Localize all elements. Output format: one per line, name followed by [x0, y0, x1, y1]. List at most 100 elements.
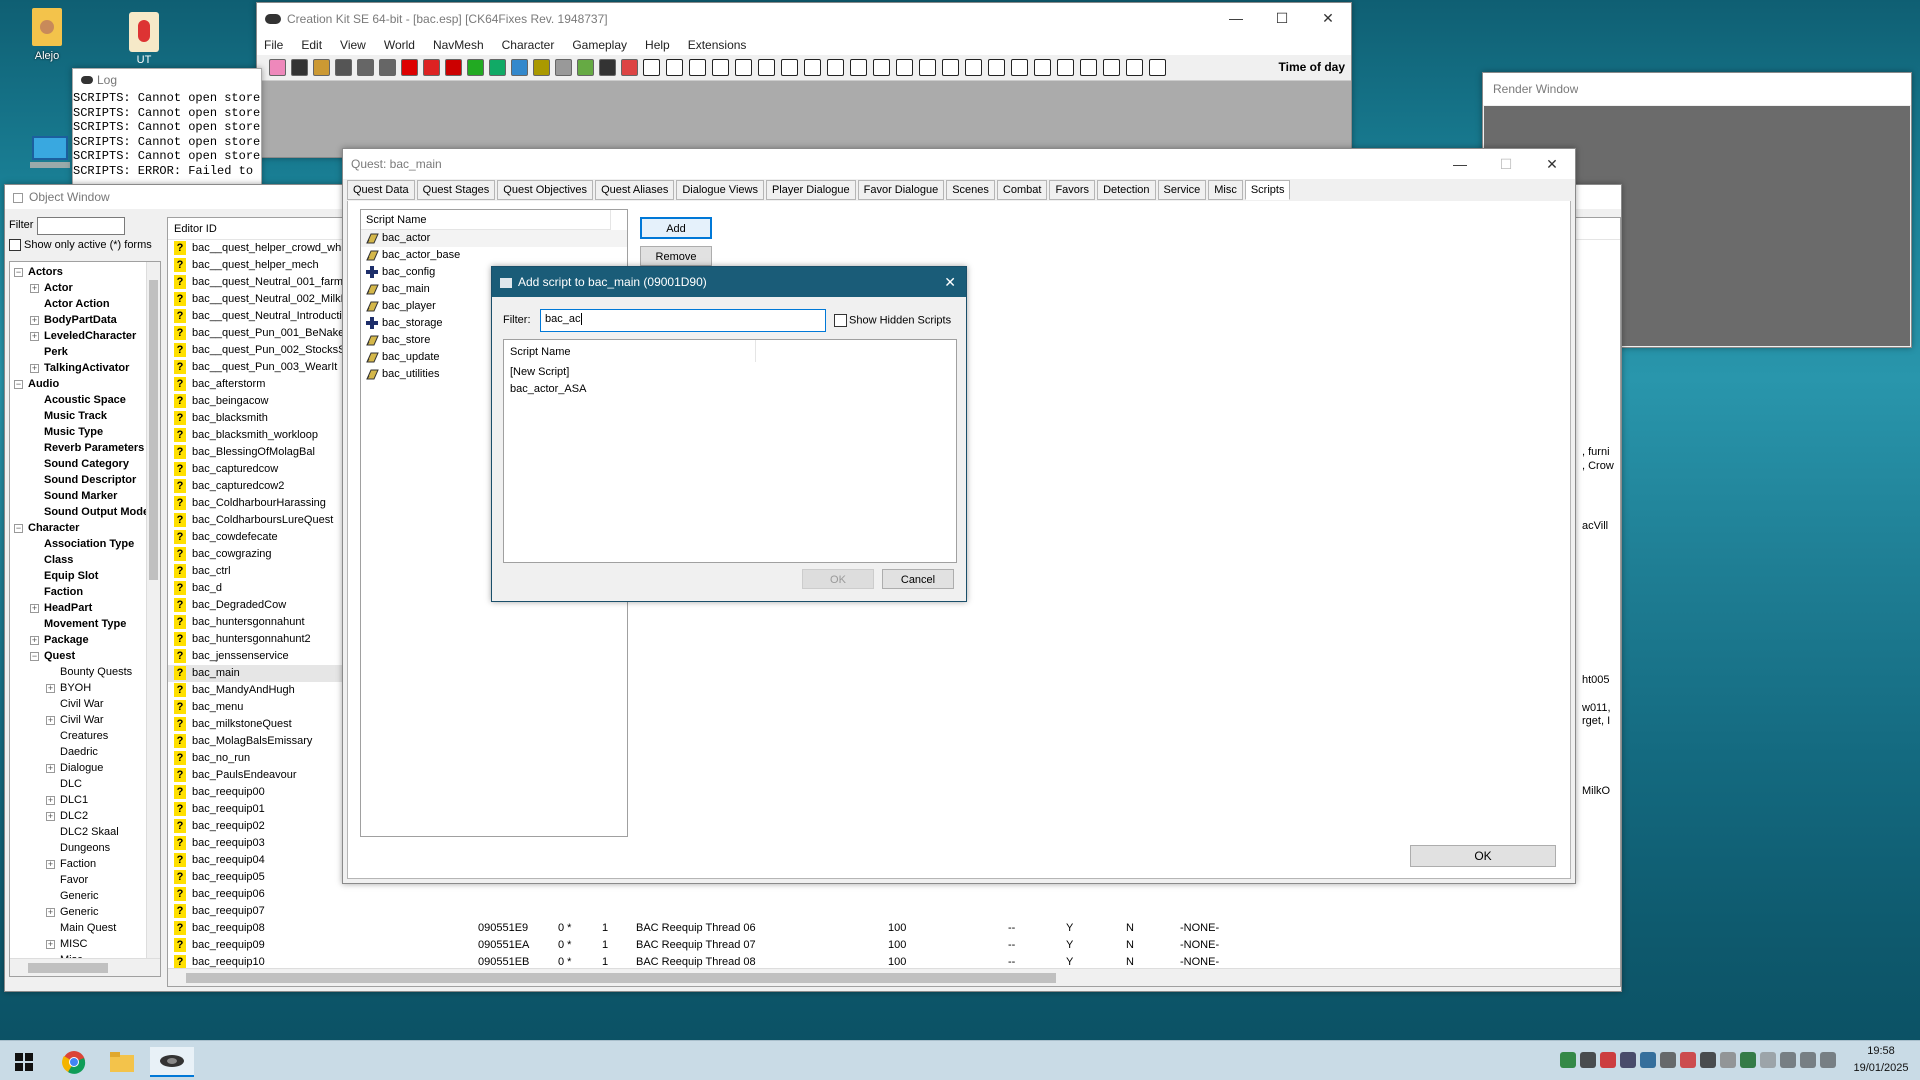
tree-node[interactable]: + DLC2: [10, 808, 160, 824]
tab-scenes[interactable]: Scenes: [946, 180, 995, 200]
render-titlebar[interactable]: Render Window: [1483, 73, 1911, 105]
tree-node[interactable]: Sound Descriptor: [10, 472, 160, 488]
tree-node[interactable]: + Faction: [10, 856, 160, 872]
form-row[interactable]: ? bac__quest_Neutral_001_farmHe: [168, 274, 348, 291]
menu-item-view[interactable]: View: [340, 35, 366, 55]
dialog-close-button[interactable]: ✕: [944, 267, 956, 297]
form-row[interactable]: ? bac_blacksmith: [168, 410, 348, 427]
form-row[interactable]: ? bac_menu: [168, 699, 348, 716]
tab-quest-stages[interactable]: Quest Stages: [416, 180, 496, 200]
tree-node[interactable]: Faction: [10, 584, 160, 600]
form-row[interactable]: ? bac_reequip04: [168, 852, 348, 869]
toolbar-tool-icon[interactable]: [712, 59, 729, 76]
tab-service[interactable]: Service: [1157, 180, 1207, 200]
menu-item-help[interactable]: Help: [645, 35, 670, 55]
toolbar-tool-icon[interactable]: [555, 59, 572, 76]
action-center-icon[interactable]: [1820, 1052, 1836, 1068]
toolbar-tool-icon[interactable]: [599, 59, 616, 76]
toolbar-tool-icon[interactable]: [873, 59, 890, 76]
pen-tray-icon[interactable]: [1720, 1052, 1736, 1068]
form-row[interactable]: ? bac_jenssenservice: [168, 648, 348, 665]
form-row[interactable]: ? bac_MolagBalsEmissary: [168, 733, 348, 750]
form-row[interactable]: ? bac_beingacow: [168, 393, 348, 410]
tree-node[interactable]: + Civil War: [10, 712, 160, 728]
tree-node[interactable]: Civil War: [10, 696, 160, 712]
menu-item-character[interactable]: Character: [502, 35, 555, 55]
available-script-row[interactable]: [New Script]: [504, 364, 956, 381]
toolbar-tool-icon[interactable]: [621, 59, 638, 76]
tree-scrollbar[interactable]: [146, 262, 160, 958]
collapse-icon[interactable]: −: [14, 267, 23, 277]
toolbar-tool-icon[interactable]: [1126, 59, 1143, 76]
tree-node[interactable]: Perk: [10, 344, 160, 360]
form-row[interactable]: ? bac_DegradedCow: [168, 597, 348, 614]
file-explorer-icon[interactable]: [100, 1047, 144, 1077]
toolbar-tool-icon[interactable]: [643, 59, 660, 76]
toolbar-tool-icon[interactable]: [489, 59, 506, 76]
tree-node[interactable]: + Dialogue: [10, 760, 160, 776]
form-row[interactable]: ? bac__quest_Neutral_Introduction: [168, 308, 348, 325]
show-hidden-scripts-checkbox[interactable]: Show Hidden Scripts: [834, 314, 951, 327]
dialog-script-name-header[interactable]: Script Name: [504, 340, 756, 362]
tab-misc[interactable]: Misc: [1208, 180, 1243, 200]
form-row[interactable]: ? bac_reequip00: [168, 784, 348, 801]
tree-node[interactable]: + HeadPart: [10, 600, 160, 616]
menu-item-gameplay[interactable]: Gameplay: [572, 35, 627, 55]
tree-node[interactable]: Class: [10, 552, 160, 568]
form-row[interactable]: ? bac_BlessingOfMolagBal: [168, 444, 348, 461]
tree-node[interactable]: Creatures: [10, 728, 160, 744]
tree-node[interactable]: Dungeons: [10, 840, 160, 856]
expand-icon[interactable]: +: [30, 363, 39, 373]
creation-kit-taskbar-icon[interactable]: [150, 1047, 194, 1077]
toolbar-tool-icon[interactable]: [804, 59, 821, 76]
toolbar-tool-icon[interactable]: [445, 59, 462, 76]
tree-node[interactable]: Generic: [10, 888, 160, 904]
tree-node[interactable]: − Character: [10, 520, 160, 536]
form-row[interactable]: ? bac_d: [168, 580, 348, 597]
nvidia-icon[interactable]: [1560, 1052, 1576, 1068]
attached-script-row[interactable]: bac_actor_base: [361, 247, 627, 264]
clock-date[interactable]: 19/01/2025: [1848, 1062, 1914, 1074]
computer-icon[interactable]: [28, 136, 72, 176]
tree-node[interactable]: Acoustic Space: [10, 392, 160, 408]
form-row[interactable]: ? bac_capturedcow: [168, 461, 348, 478]
add-script-button[interactable]: Add: [640, 217, 712, 239]
toolbar-tool-icon[interactable]: [269, 59, 286, 76]
tab-scripts[interactable]: Scripts: [1244, 180, 1291, 200]
toolbar-tool-icon[interactable]: [511, 59, 528, 76]
chrome-icon[interactable]: [52, 1047, 96, 1077]
toolbar-tool-icon[interactable]: [666, 59, 683, 76]
tab-quest-aliases[interactable]: Quest Aliases: [595, 180, 675, 200]
steam-icon[interactable]: [1640, 1052, 1656, 1068]
toolbar-tool-icon[interactable]: [758, 59, 775, 76]
toolbar-tool-icon[interactable]: [291, 59, 308, 76]
log-window[interactable]: Log SCRIPTS: Cannot open store SCRIPTS: C…: [72, 68, 262, 186]
tab-quest-objectives[interactable]: Quest Objectives: [497, 180, 594, 200]
collapse-icon[interactable]: −: [14, 379, 23, 389]
tree-node[interactable]: DLC2 Skaal: [10, 824, 160, 840]
quest-titlebar[interactable]: Quest: bac_main — ☐ ✕: [343, 149, 1575, 179]
toolbar-tool-icon[interactable]: [689, 59, 706, 76]
form-row[interactable]: ? bac_milkstoneQuest: [168, 716, 348, 733]
toolbar-tool-icon[interactable]: [1103, 59, 1120, 76]
toolbar-tool-icon[interactable]: [467, 59, 484, 76]
desktop-icon-alejo[interactable]: Alejo: [24, 8, 70, 74]
tree-node[interactable]: Sound Category: [10, 456, 160, 472]
minimize-button[interactable]: —: [1213, 3, 1259, 33]
quest-ok-button[interactable]: OK: [1410, 845, 1556, 867]
tree-node[interactable]: Association Type: [10, 536, 160, 552]
tree-node[interactable]: + Package: [10, 632, 160, 648]
collapse-icon[interactable]: −: [30, 651, 39, 661]
dialog-cancel-button[interactable]: Cancel: [882, 569, 954, 589]
toolbar-tool-icon[interactable]: [533, 59, 550, 76]
maximize-button[interactable]: ☐: [1259, 3, 1305, 33]
form-row[interactable]: ? bac__quest_Pun_001_BeNaked: [168, 325, 348, 342]
form-row[interactable]: ? bac__quest_Pun_003_WearIt: [168, 359, 348, 376]
form-row[interactable]: ? bac_reequip02: [168, 818, 348, 835]
tree-node[interactable]: + TalkingActivator: [10, 360, 160, 376]
network-icon[interactable]: [1780, 1052, 1796, 1068]
form-row[interactable]: ? bac_blacksmith_workloop: [168, 427, 348, 444]
form-row[interactable]: ? bac_ColdharbourHarassing: [168, 495, 348, 512]
menu-item-world[interactable]: World: [384, 35, 415, 55]
form-row[interactable]: ? bac_afterstorm: [168, 376, 348, 393]
